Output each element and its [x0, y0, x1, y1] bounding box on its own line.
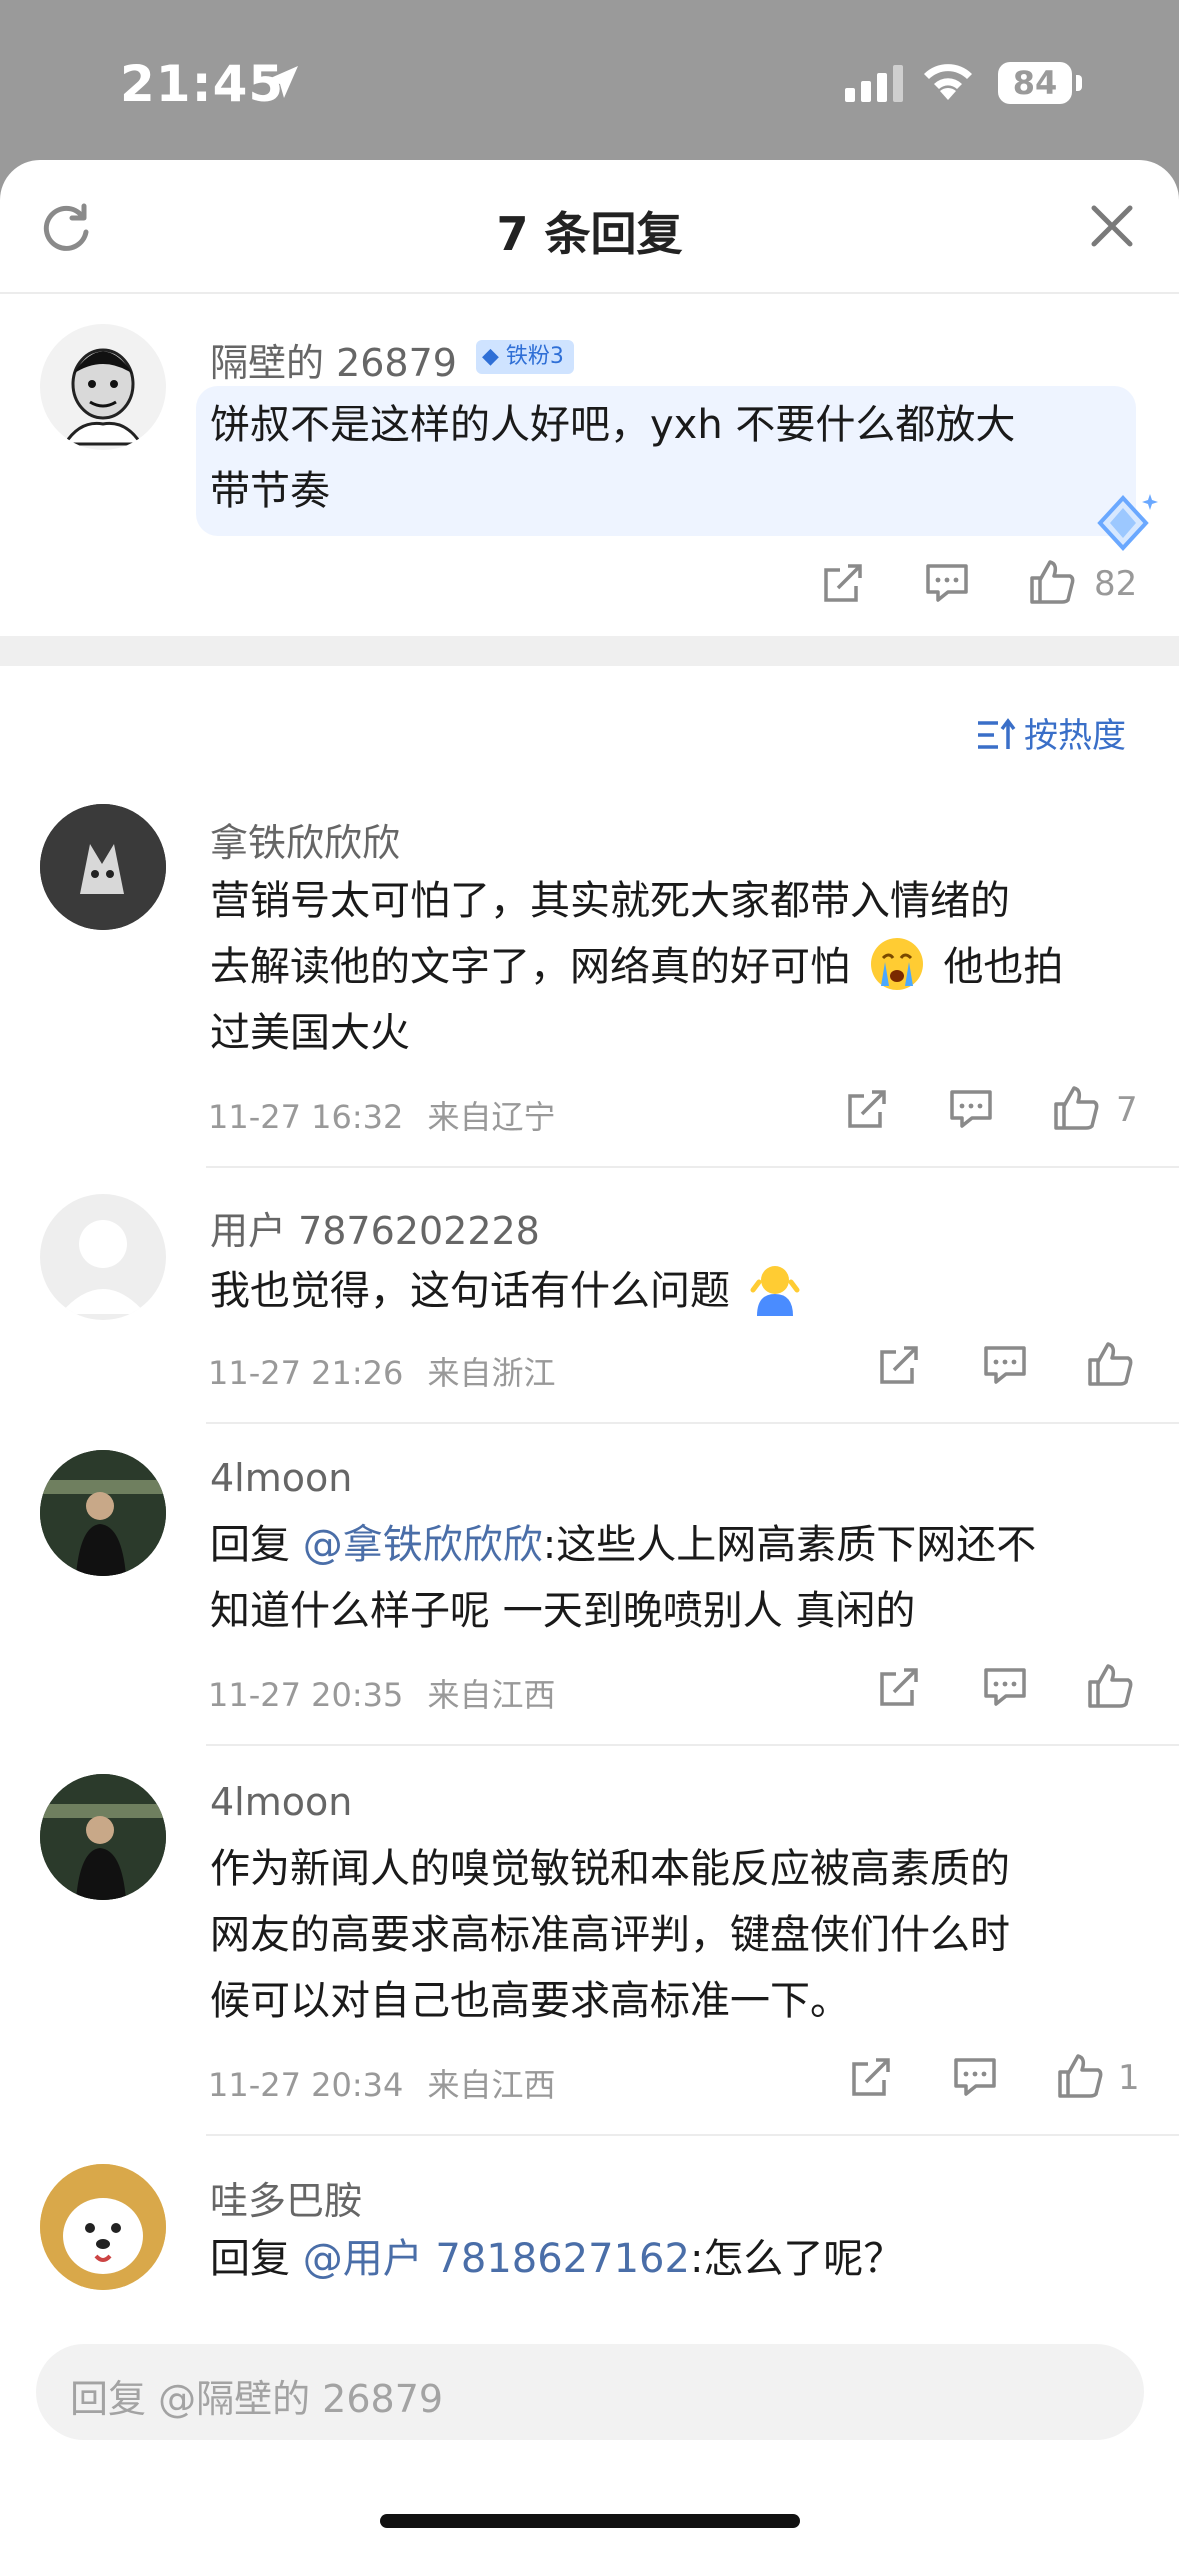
reply-meta: 11-27 16:32 来自辽宁 [208, 1092, 556, 1138]
reply-meta: 11-27 21:26 来自浙江 [208, 1348, 556, 1394]
like-icon[interactable] [1056, 2052, 1104, 2100]
section-divider [0, 636, 1179, 666]
share-icon[interactable] [844, 1086, 890, 1132]
reply-text-line: 去解读他的文字了，网络真的好可怕 他也拍 [210, 934, 1063, 1000]
reply-text-line: 回复 @用户 7818627162:怎么了呢？ [210, 2226, 903, 2292]
reply-location: 来自江西 [427, 1676, 556, 1714]
home-indicator[interactable] [380, 2514, 800, 2528]
person-photo-icon [40, 1774, 166, 1900]
like-count: 7 [1116, 1090, 1138, 1130]
page-title: 7 条回复 [496, 207, 683, 261]
comment-icon[interactable] [982, 1344, 1028, 1386]
wifi-icon [924, 64, 972, 100]
shrug-emoji-icon [750, 1266, 800, 1316]
comment-icon[interactable] [982, 1666, 1028, 1708]
like-count: 82 [1094, 564, 1138, 604]
reply-text-line: 回复 @拿铁欣欣欣:这些人上网高素质下网还不 [210, 1512, 1036, 1578]
reply-time: 11-27 21:26 [208, 1354, 404, 1392]
comment-text-line2: 带节奏 [210, 468, 330, 514]
sheet-header: 7 条回复 [0, 160, 1179, 294]
reply-username[interactable]: 用户 7876202228 [210, 1200, 540, 1255]
comment-icon[interactable] [952, 2056, 998, 2098]
close-icon[interactable] [1090, 204, 1134, 248]
avatar[interactable] [40, 1194, 166, 1320]
reply-meta: 11-27 20:35 来自江西 [208, 1670, 556, 1716]
reply-prefix: 回复 [210, 1522, 303, 1568]
reply-text-fragment: 去解读他的文字了，网络真的好可怕 [210, 944, 850, 990]
share-icon[interactable] [876, 1664, 922, 1710]
person-photo-icon [40, 1450, 166, 1576]
replies-sheet: 7 条回复 隔壁的 26879 ◆ 铁粉3 饼叔不是这样的人好吧，yxh 不要什… [0, 160, 1179, 2556]
reply-prefix: 回复 [210, 2236, 303, 2282]
reply-input-placeholder: 回复 @隔壁的 26879 [70, 2377, 444, 2421]
reply-text-line: 候可以对自己也高要求高标准一下。 [210, 1978, 850, 2024]
comment-icon[interactable] [948, 1088, 994, 1130]
like-icon[interactable] [1086, 1340, 1134, 1388]
reply-text-fragment: 我也觉得，这句话有什么问题 [210, 1268, 730, 1314]
avatar[interactable] [40, 324, 166, 450]
reply-location: 来自江西 [427, 2066, 556, 2104]
dog-photo-icon [40, 2164, 166, 2290]
battery-tip [1076, 75, 1082, 91]
share-icon[interactable] [876, 1342, 922, 1388]
reply-text-line: 作为新闻人的嗅觉敏锐和本能反应被高素质的 [210, 1846, 1010, 1892]
comment-username[interactable]: 隔壁的 26879 [210, 332, 457, 387]
reply-text-line: 过美国大火 [210, 1010, 410, 1056]
avatar[interactable] [40, 804, 166, 930]
fan-badge: ◆ 铁粉3 [476, 340, 574, 374]
avatar[interactable] [40, 1774, 166, 1900]
reply-username[interactable]: 4lmoon [210, 1780, 352, 1824]
divider [206, 2134, 1179, 2136]
cellular-signal-icon [845, 65, 903, 102]
location-arrow-icon [266, 66, 298, 98]
default-user-icon [60, 1220, 146, 1314]
reply-text-line: 我也觉得，这句话有什么问题 [210, 1258, 803, 1324]
sparkle-diamond-icon [1097, 494, 1158, 551]
reply-location: 来自浙江 [427, 1354, 556, 1392]
divider [206, 1422, 1179, 1424]
like-count: 1 [1118, 2058, 1140, 2098]
diamond-icon: ◆ [482, 344, 499, 369]
reply-text-fragment: 他也拍 [943, 944, 1064, 990]
reply-text-line: 营销号太可怕了，其实就死大家都带入情绪的 [210, 878, 1010, 924]
reply-username[interactable]: 4lmoon [210, 1456, 352, 1500]
like-icon[interactable] [1028, 558, 1076, 606]
sort-label: 按热度 [1024, 716, 1126, 756]
comment-icon[interactable] [924, 562, 970, 604]
reply-username[interactable]: 拿铁欣欣欣 [210, 812, 400, 867]
reply-input[interactable]: 回复 @隔壁的 26879 [36, 2344, 1144, 2440]
like-icon[interactable] [1086, 1662, 1134, 1710]
like-icon[interactable] [1052, 1084, 1100, 1132]
reply-meta: 11-27 20:34 来自江西 [208, 2060, 556, 2106]
divider [206, 1744, 1179, 1746]
status-bar: 21:45 84 [0, 0, 1179, 160]
avatar[interactable] [40, 1450, 166, 1576]
sort-by-hot-button[interactable]: 按热度 [976, 708, 1126, 757]
meme-face-icon [62, 348, 144, 446]
reply-text-line: 网友的高要求高标准高评判，键盘侠们什么时 [210, 1912, 1010, 1958]
divider [206, 1166, 1179, 1168]
fan-badge-label: 铁粉3 [505, 344, 564, 369]
status-time: 21:45 [120, 55, 285, 113]
share-icon[interactable] [848, 2054, 894, 2100]
sort-icon [978, 718, 1016, 749]
mention-link[interactable]: @拿铁欣欣欣 [303, 1522, 543, 1568]
comment-text-line1: 饼叔不是这样的人好吧，yxh 不要什么都放大 [210, 402, 1016, 448]
reply-location: 来自辽宁 [427, 1098, 556, 1136]
reply-time: 11-27 20:35 [208, 1676, 404, 1714]
crying-emoji-icon [870, 938, 923, 990]
cat-photo-icon [40, 804, 166, 930]
avatar[interactable] [40, 2164, 166, 2290]
reply-text-line: 知道什么样子呢 一天到晚喷别人 真闲的 [210, 1588, 916, 1634]
battery-level: 84 [998, 62, 1072, 104]
reply-time: 11-27 16:32 [208, 1098, 404, 1136]
reply-text-fragment: :怎么了呢？ [689, 2236, 904, 2282]
reply-time: 11-27 20:34 [208, 2066, 404, 2104]
share-icon[interactable] [820, 560, 866, 606]
mention-link[interactable]: @用户 7818627162 [303, 2236, 690, 2282]
reply-text-fragment: :这些人上网高素质下网还不 [542, 1522, 1037, 1568]
reply-username[interactable]: 哇多巴胺 [210, 2170, 362, 2225]
